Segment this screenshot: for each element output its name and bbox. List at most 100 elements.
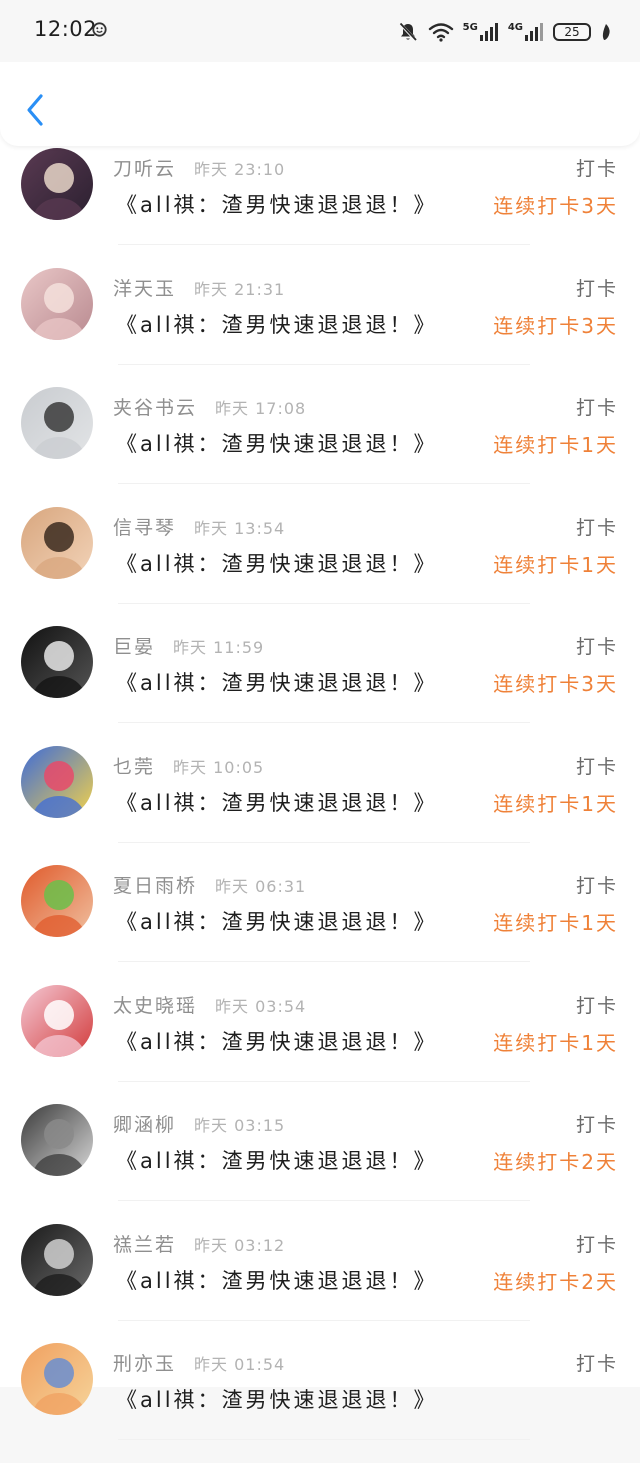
- checkin-type-label: 打卡: [575, 1114, 618, 1136]
- network-5g-label: 5G: [462, 21, 478, 33]
- post-time: 昨天 10:05: [173, 757, 265, 777]
- streak-label: 连续打卡3天: [493, 313, 618, 338]
- network-4g-label: 4G: [507, 21, 523, 33]
- signal-5g-icon: [479, 23, 498, 41]
- avatar[interactable]: [21, 267, 93, 340]
- post-title[interactable]: 《all祺：渣男快速退退退！》: [116, 1026, 438, 1056]
- user-name: 夏日雨桥 昨天 06:31: [113, 875, 307, 897]
- status-icons: 5G 4G 25: [397, 19, 612, 45]
- streak-label: 连续打卡1天: [493, 791, 618, 816]
- list-item[interactable]: 乜莞 昨天 10:05 《all祺：渣男快速退退退！》 打卡 连续打卡1天: [0, 745, 640, 866]
- divider: [118, 1439, 530, 1440]
- post-title[interactable]: 《all祺：渣男快速退退退！》: [116, 548, 438, 578]
- divider: [118, 722, 530, 723]
- user-name: 禚兰若 昨天 03:12: [113, 1233, 286, 1256]
- post-time: 昨天 21:31: [194, 279, 286, 299]
- checkin-type-label: 打卡: [575, 636, 618, 658]
- divider: [118, 841, 530, 843]
- status-time: 12:02: [34, 17, 98, 41]
- avatar[interactable]: [21, 626, 93, 698]
- top-bar: [0, 56, 640, 146]
- battery-level: 25: [564, 25, 580, 39]
- user-name: 巨晏 昨天 11:59: [113, 636, 265, 658]
- post-time: 昨天 23:10: [194, 160, 286, 179]
- user-name: 刑亦玉 昨天 01:54: [113, 1353, 286, 1375]
- user-name: 洋天玉 昨天 21:31: [113, 277, 286, 300]
- list-item[interactable]: 太史晓瑶 昨天 03:54 《all祺：渣男快速退退退！》 打卡 连续打卡1天: [0, 984, 640, 1105]
- checkin-type-label: 打卡: [575, 277, 618, 300]
- notification-face-icon: [92, 22, 107, 37]
- avatar[interactable]: [21, 865, 93, 937]
- post-time: 昨天 13:54: [194, 518, 286, 538]
- checkin-type-label: 打卡: [575, 158, 618, 180]
- post-title[interactable]: 《all祺：渣男快速退退退！》: [116, 309, 438, 339]
- avatar[interactable]: [21, 984, 93, 1057]
- list-item[interactable]: 卿涵柳 昨天 03:15 《all祺：渣男快速退退退！》 打卡 连续打卡2天: [0, 1104, 640, 1224]
- checkin-type-label: 打卡: [575, 755, 618, 778]
- chevron-left-icon: [27, 94, 43, 126]
- list-item[interactable]: 信寻琴 昨天 13:54 《all祺：渣男快速退退退！》 打卡 连续打卡1天: [0, 506, 640, 627]
- back-button[interactable]: [18, 86, 52, 134]
- user-name: 乜莞 昨天 10:05: [113, 755, 265, 778]
- divider: [118, 602, 530, 604]
- list-item[interactable]: 刀听云 昨天 23:10 《all祺：渣男快速退退退！》 打卡 连续打卡3天: [0, 148, 640, 268]
- list-item[interactable]: 禚兰若 昨天 03:12 《all祺：渣男快速退退退！》 打卡 连续打卡2天: [0, 1223, 640, 1344]
- checkin-type-label: 打卡: [575, 397, 618, 419]
- avatar[interactable]: [21, 1343, 93, 1415]
- post-title[interactable]: 《all祺：渣男快速退退退！》: [116, 1265, 438, 1295]
- divider: [118, 1319, 530, 1321]
- post-title[interactable]: 《all祺：渣男快速退退退！》: [116, 787, 438, 817]
- post-title[interactable]: 《all祺：渣男快速退退退！》: [116, 906, 438, 936]
- status-bar: 12:02 5G 4G 25: [0, 0, 640, 62]
- divider: [118, 1200, 530, 1201]
- list-item[interactable]: 夏日雨桥 昨天 06:31 《all祺：渣男快速退退退！》 打卡 连续打卡1天: [0, 865, 640, 985]
- divider: [118, 244, 530, 245]
- post-time: 昨天 01:54: [194, 1355, 286, 1374]
- signal-4g-icon: [525, 23, 543, 41]
- avatar[interactable]: [21, 745, 93, 818]
- streak-label: 连续打卡1天: [493, 552, 618, 577]
- streak-label: 连续打卡2天: [493, 1269, 618, 1294]
- list-item[interactable]: 洋天玉 昨天 21:31 《all祺：渣男快速退退退！》 打卡 连续打卡3天: [0, 267, 640, 388]
- streak-label: 连续打卡1天: [493, 1030, 618, 1055]
- list-item[interactable]: 夹谷书云 昨天 17:08 《all祺：渣男快速退退退！》 打卡 连续打卡1天: [0, 387, 640, 507]
- avatar[interactable]: [21, 148, 93, 220]
- post-title[interactable]: 《all祺：渣男快速退退退！》: [116, 189, 438, 219]
- post-title[interactable]: 《all祺：渣男快速退退退！》: [116, 1145, 438, 1175]
- avatar[interactable]: [21, 1223, 93, 1296]
- list-item[interactable]: 巨晏 昨天 11:59 《all祺：渣男快速退退退！》 打卡 连续打卡3天: [0, 626, 640, 746]
- checkin-type-label: 打卡: [575, 516, 618, 539]
- streak-label: 连续打卡3天: [493, 672, 618, 696]
- user-name: 太史晓瑶 昨天 03:54: [113, 994, 307, 1017]
- post-time: 昨天 03:54: [215, 996, 307, 1016]
- post-time: 昨天 03:12: [194, 1235, 286, 1255]
- leaf-icon: [602, 24, 610, 40]
- list-item[interactable]: 刑亦玉 昨天 01:54 《all祺：渣男快速退退退！》 打卡: [0, 1343, 640, 1463]
- post-time: 昨天 11:59: [173, 638, 265, 657]
- checkin-list: 刀听云 昨天 23:10 《all祺：渣男快速退退退！》 打卡 连续打卡3天 洋天…: [0, 0, 640, 1440]
- user-name: 夹谷书云 昨天 17:08: [113, 397, 307, 419]
- user-name: 卿涵柳 昨天 03:15: [113, 1114, 286, 1136]
- wifi-icon: [428, 23, 453, 42]
- avatar[interactable]: [21, 387, 93, 459]
- divider: [118, 363, 530, 365]
- divider: [118, 483, 530, 484]
- streak-label: 连续打卡3天: [493, 194, 618, 218]
- post-title[interactable]: 《all祺：渣男快速退退退！》: [116, 428, 438, 458]
- streak-label: 连续打卡1天: [493, 433, 618, 457]
- streak-label: 连续打卡1天: [493, 911, 618, 935]
- battery-indicator: 25: [553, 23, 591, 41]
- checkin-type-label: 打卡: [575, 1353, 618, 1375]
- checkin-type-label: 打卡: [575, 1233, 618, 1256]
- avatar[interactable]: [21, 506, 93, 579]
- bell-muted-icon: [398, 22, 417, 42]
- avatar[interactable]: [21, 1104, 93, 1176]
- divider: [118, 961, 530, 962]
- post-time: 昨天 17:08: [215, 399, 307, 418]
- checkin-type-label: 打卡: [575, 875, 618, 897]
- divider: [118, 1080, 530, 1082]
- post-title[interactable]: 《all祺：渣男快速退退退！》: [116, 1384, 438, 1414]
- user-name: 刀听云 昨天 23:10: [113, 158, 286, 180]
- post-title[interactable]: 《all祺：渣男快速退退退！》: [116, 667, 438, 697]
- streak-label: 连续打卡2天: [493, 1150, 618, 1174]
